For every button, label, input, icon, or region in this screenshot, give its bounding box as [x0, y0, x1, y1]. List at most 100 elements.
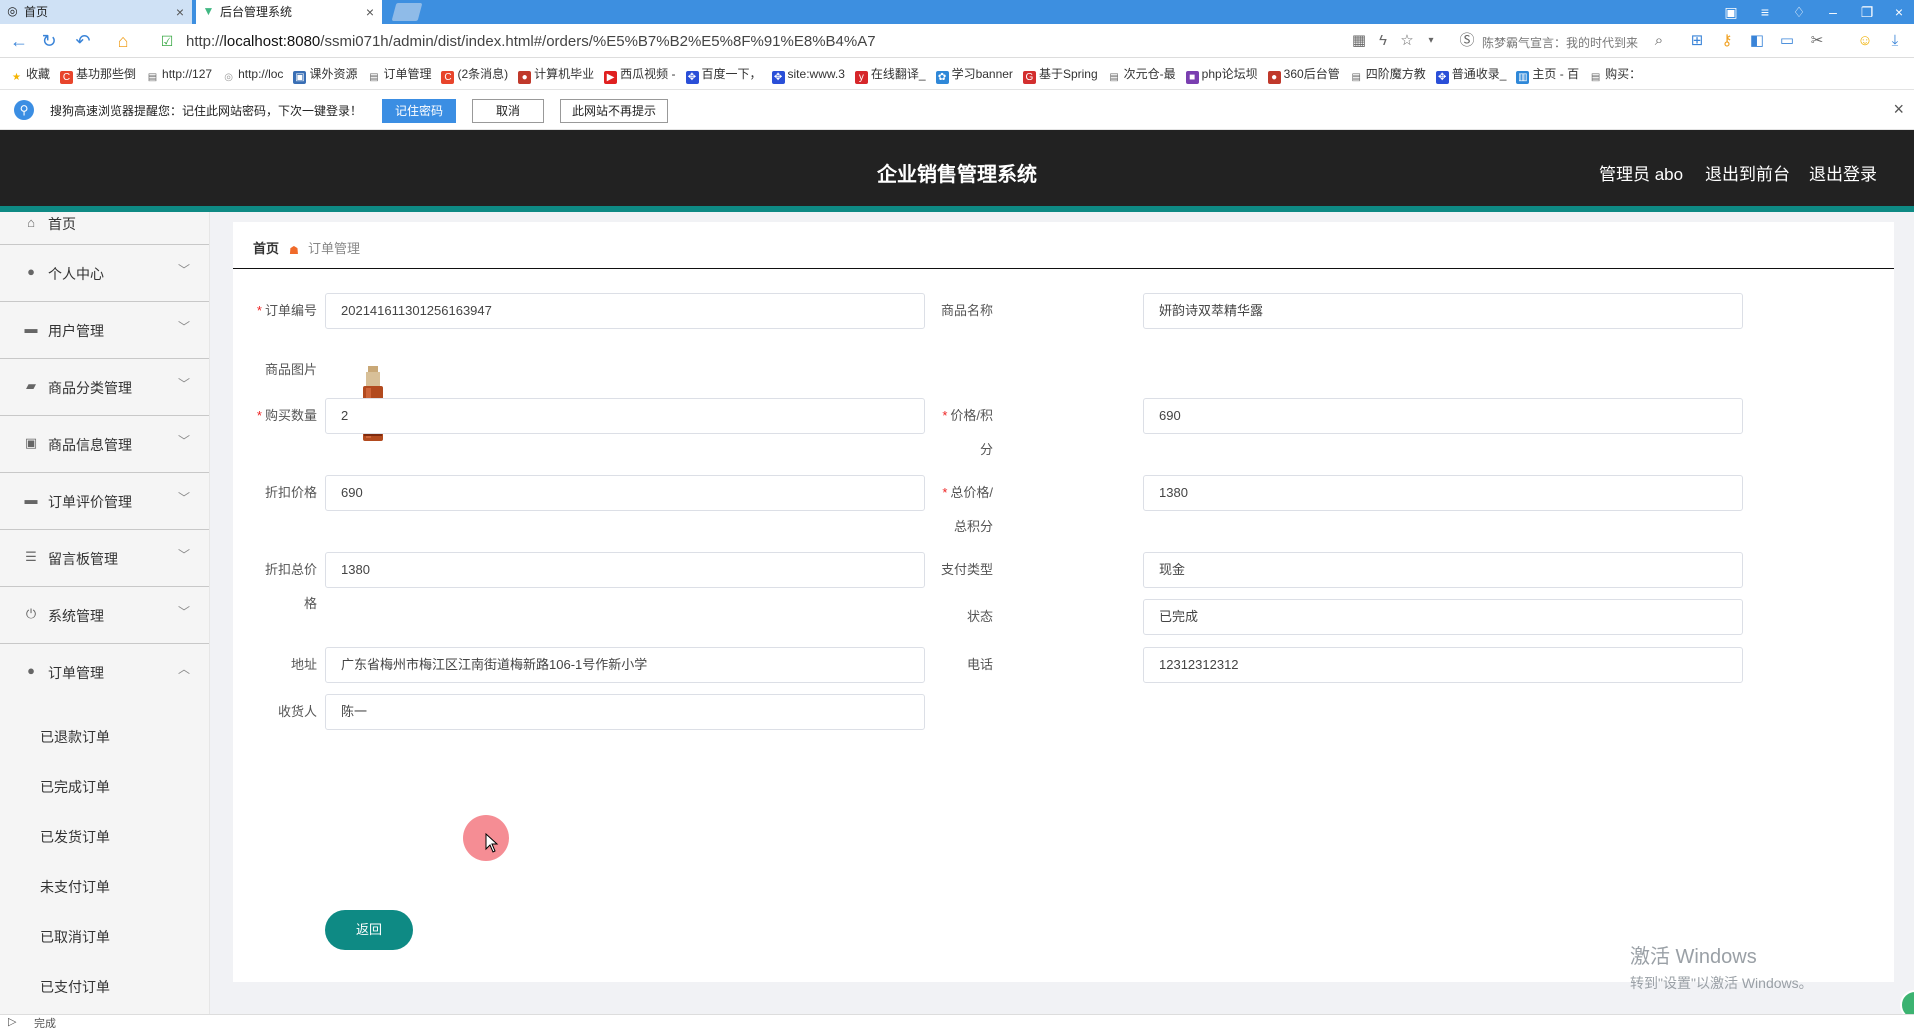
qty-field[interactable]: 2 — [325, 398, 925, 434]
price-field[interactable]: 690 — [1143, 398, 1743, 434]
close-icon[interactable]: × — [176, 0, 184, 24]
bookmark-item[interactable]: ✥ 百度一下， — [685, 58, 762, 89]
search-icon[interactable]: ⌕ — [1650, 32, 1668, 50]
sidebar-toggle-icon[interactable]: ▷ — [8, 1015, 16, 1028]
chevron-down-icon: ﹀ — [177, 434, 190, 448]
tab-label: 首页 — [24, 5, 49, 19]
bookmark-item[interactable]: C (2条消息) — [441, 58, 508, 89]
exit-to-front-link[interactable]: 退出到前台 — [1705, 160, 1790, 185]
bookmark-item[interactable]: G 基于Spring — [1022, 58, 1098, 89]
order-no-field[interactable]: 202141611301256163947 — [325, 293, 925, 329]
browser-tab-home[interactable]: ◎ 首页 × — [0, 0, 192, 24]
pay-type-field[interactable]: 现金 — [1143, 552, 1743, 588]
back-arrow-icon[interactable]: ← — [8, 30, 30, 52]
discount-price-field[interactable]: 690 — [325, 475, 925, 511]
bookmark-label: php论坛坝 — [1201, 67, 1258, 81]
logout-link[interactable]: 退出登录 — [1809, 160, 1877, 185]
never-prompt-button[interactable]: 此网站不再提示 — [560, 99, 668, 123]
bookmark-icon[interactable]: ◧ — [1748, 32, 1766, 50]
bookmark-label: 购买： — [1605, 67, 1642, 81]
bookmark-item[interactable]: ▥ 主页 - 百 — [1516, 58, 1579, 89]
breadcrumb-home[interactable]: 首页 — [253, 241, 279, 256]
price-label: * 价格/积分 — [923, 398, 993, 468]
search-suggestion-text[interactable]: 陈梦霸气宣言：我的时代到来 — [1482, 34, 1642, 51]
new-tab-button[interactable] — [391, 3, 423, 21]
bookmark-item[interactable]: ▤ 订单管理 — [367, 58, 431, 89]
bookmark-img-icon: ▣ — [293, 71, 307, 84]
dropdown-icon[interactable]: ▾ — [1422, 32, 1440, 50]
sidebar-item-4[interactable]: ▣ 商品信息管理 ﹀ — [0, 416, 209, 473]
monitor-icon: ▬ — [24, 492, 38, 507]
download-icon[interactable]: ⤓ — [1886, 32, 1904, 50]
sidebar-item-1[interactable]: ● 个人中心 ﹀ — [0, 245, 209, 302]
sidebar-subitem-order[interactable]: 已取消订单 — [40, 927, 110, 947]
sidebar-item-2[interactable]: ▬ 用户管理 ﹀ — [0, 302, 209, 359]
sidebar-item-3[interactable]: ▰ 商品分类管理 ﹀ — [0, 359, 209, 416]
sidebar-item-label: 商品分类管理 — [48, 380, 132, 396]
address-field[interactable]: 广东省梅州市梅江区江南街道梅新路106-1号作新小学 — [325, 647, 925, 683]
phone-field[interactable]: 12312312312 — [1143, 647, 1743, 683]
total-field[interactable]: 1380 — [1143, 475, 1743, 511]
sidebar-item-7[interactable]: ⏻ 系统管理 ﹀ — [0, 587, 209, 644]
bookmark-item[interactable]: ▶ 西瓜视频 - — [604, 58, 676, 89]
qr-icon[interactable]: ▦ — [1350, 32, 1368, 50]
bookmark-item[interactable]: ▤ http://127 — [146, 58, 212, 89]
browser-tab-admin[interactable]: ▼ 后台管理系统 × — [196, 0, 382, 24]
sidebar-subitem-order[interactable]: 已退款订单 — [40, 727, 110, 747]
bookmark-item[interactable]: ◎ http://loc — [222, 58, 283, 89]
menu-icon[interactable]: ≡ — [1754, 0, 1776, 24]
bookmark-G-icon: G — [1022, 71, 1036, 84]
sidebar-item-6[interactable]: ☰ 留言板管理 ﹀ — [0, 530, 209, 587]
star-icon[interactable]: ☆ — [1398, 32, 1416, 50]
sidebar-item-8[interactable]: ● 订单管理 ︿ — [0, 644, 209, 701]
bookmark-item[interactable]: ✥ 普通收录_ — [1435, 58, 1506, 89]
bookmark-item[interactable]: ▤ 次元仓-最 — [1108, 58, 1175, 89]
bookmark-item[interactable]: C 基功那些倒 — [60, 58, 136, 89]
bookmark-label: 百度一下， — [701, 67, 762, 81]
restore-icon[interactable]: ❐ — [1856, 0, 1878, 24]
sidebar-subitem-order[interactable]: 已完成订单 — [40, 777, 110, 797]
bookmark-item[interactable]: ■ php论坛坝 — [1185, 58, 1258, 89]
home-icon[interactable]: ⌂ — [112, 30, 134, 52]
url-field[interactable]: http://localhost:8080/ssmi071h/admin/dis… — [186, 33, 876, 50]
minimize-icon[interactable]: – — [1822, 0, 1844, 24]
bookmark-item[interactable]: ▣ 课外资源 — [293, 58, 357, 89]
sidebar-subitem-order[interactable]: 已发货订单 — [40, 827, 110, 847]
undo-icon[interactable]: ↶ — [72, 30, 94, 52]
sidebar-subitem-order[interactable]: 已支付订单 — [40, 977, 110, 997]
status-field[interactable]: 已完成 — [1143, 599, 1743, 635]
bookmark-item[interactable]: ▤ 购买： — [1589, 58, 1642, 89]
bookmark-item[interactable]: ★ 收藏 — [10, 58, 50, 89]
remember-password-button[interactable]: 记住密码 — [382, 99, 456, 123]
receiver-field[interactable]: 陈一 — [325, 694, 925, 730]
sidebar-item-home[interactable]: ⌂ 首页 — [0, 212, 209, 245]
translate-icon[interactable]: ⊞ — [1688, 32, 1706, 50]
screen-icon[interactable]: ▭ — [1778, 32, 1796, 50]
bookmark-item[interactable]: ● 360后台管 — [1267, 58, 1340, 89]
pay-type-label: 支付类型 — [940, 562, 993, 577]
key-icon[interactable]: ⚷ — [1718, 32, 1736, 50]
total-label: * 总价格/总积分 — [923, 475, 993, 545]
sidebar-subitem-order[interactable]: 未支付订单 — [40, 877, 110, 897]
watermark-title: 激活 Windows — [1630, 946, 1757, 968]
sidebar-item-5[interactable]: ▬ 订单评价管理 ﹀ — [0, 473, 209, 530]
skin-icon[interactable]: ♢ — [1788, 0, 1810, 24]
tab-count-icon[interactable]: ▣ — [1720, 0, 1742, 24]
sidebar: ⌂ 首页 ● 个人中心 ﹀ ▬ 用户管理 ﹀ ▰ 商品分类管理 ﹀ ▣ 商品信息管理 ﹀ ▬ 订单评价管理… — [0, 212, 210, 1014]
product-name-field[interactable]: 妍韵诗双萃精华露 — [1143, 293, 1743, 329]
bookmark-item[interactable]: ▤ 四阶魔方教 — [1350, 58, 1425, 89]
lightning-icon[interactable]: ϟ — [1374, 32, 1392, 50]
discount-total-field[interactable]: 1380 — [325, 552, 925, 588]
cancel-button[interactable]: 取消 — [472, 99, 544, 123]
close-window-icon[interactable]: × — [1888, 0, 1910, 24]
close-icon[interactable]: × — [366, 0, 374, 24]
close-icon[interactable]: × — [1893, 99, 1904, 120]
refresh-icon[interactable]: ↻ — [38, 30, 60, 52]
smile-icon[interactable]: ☺ — [1856, 32, 1874, 50]
bookmark-item[interactable]: ✥ site:www.3 — [771, 58, 845, 89]
bookmark-item[interactable]: ● 计算机毕业 — [518, 58, 594, 89]
bookmark-item[interactable]: ✿ 学习banner — [935, 58, 1013, 89]
bookmark-item[interactable]: y 在线翻译_ — [854, 58, 926, 89]
back-button[interactable]: 返回 — [325, 910, 413, 950]
scissors-icon[interactable]: ✂ — [1808, 32, 1826, 50]
